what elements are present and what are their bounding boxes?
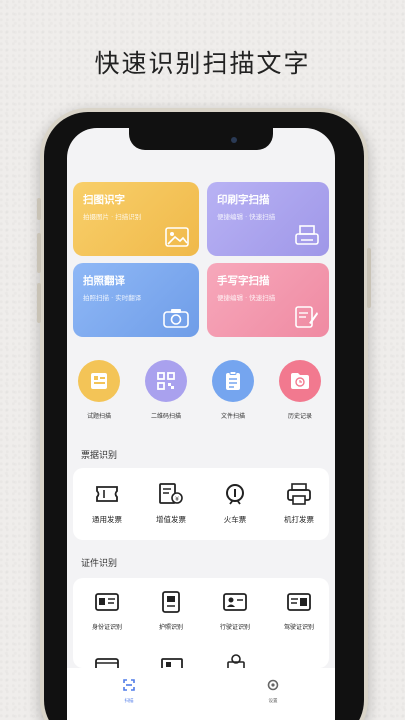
tool-label: 试题扫描: [86, 413, 111, 420]
bill-item-general-invoice[interactable]: 通用发票: [77, 482, 137, 525]
id-item-vehicle-license[interactable]: 行驶证识别: [205, 590, 265, 631]
app-screen: 扫图识字 拍摄图片 · 扫描识别 印刷字扫描 便捷编辑 · 快速扫描 拍照翻译 …: [67, 128, 335, 720]
page-headline: 快速识别扫描文字: [94, 49, 311, 78]
power-button: [367, 248, 371, 308]
tab-scan[interactable]: 扫描: [109, 676, 149, 704]
tool-label: 二维码扫描: [150, 413, 181, 420]
tool-circle: [212, 360, 254, 402]
bill-item-label: 机打发票: [284, 515, 314, 524]
printer-icon: [295, 225, 319, 245]
document-card-icon: [161, 658, 183, 668]
ids-panel: 身份证识别 护照识别 行驶证识别 驾驶证识别: [73, 578, 329, 668]
passport-icon: [162, 591, 180, 613]
document-icon: [226, 371, 240, 390]
image-icon: [165, 227, 189, 247]
id-item-passport[interactable]: 护照识别: [141, 590, 201, 631]
vehicle-license-icon: [223, 593, 247, 611]
bill-item-label: 增值发票: [156, 515, 186, 524]
tab-label: 扫描: [124, 699, 134, 704]
scan-tab-icon: [123, 679, 135, 691]
tool-label: 文件扫描: [220, 413, 245, 420]
tab-settings[interactable]: 设置: [253, 676, 293, 704]
bill-item-label: 火车票: [223, 515, 247, 524]
card-image-ocr[interactable]: 扫图识字 拍摄图片 · 扫描识别: [73, 182, 199, 256]
bill-item-vat-invoice[interactable]: ¥ 增值发票: [141, 482, 201, 525]
card-title: 扫图识字: [83, 194, 125, 206]
card-subtitle: 拍照扫描 · 实时翻译: [83, 294, 142, 302]
tool-circle: [78, 360, 120, 402]
ticket-icon: [96, 486, 118, 502]
tool-circle: [145, 360, 187, 402]
tab-bar: 扫描 设置: [67, 668, 335, 720]
tool-qrcode-scan[interactable]: 二维码扫描: [133, 360, 199, 420]
bill-item-machine-invoice[interactable]: 机打发票: [269, 482, 329, 525]
id-item-label: 身份证识别: [91, 624, 122, 631]
id-card-icon: [95, 593, 119, 611]
notch: [129, 128, 273, 150]
handwriting-icon: [295, 306, 318, 328]
id-item-label: 行驶证识别: [219, 624, 250, 631]
business-license-icon: [227, 654, 245, 668]
front-camera: [231, 137, 237, 143]
bill-item-label: 通用发票: [92, 515, 122, 524]
volume-up-button: [37, 233, 41, 273]
camera-icon: [163, 309, 189, 328]
tool-circle: [279, 360, 321, 402]
svg-text:¥: ¥: [175, 496, 179, 503]
train-icon: [226, 484, 244, 505]
card-photo-translate[interactable]: 拍照翻译 拍照扫描 · 实时翻译: [73, 263, 199, 337]
card-title: 拍照翻译: [83, 275, 125, 287]
tool-exam-scan[interactable]: 试题扫描: [67, 360, 132, 420]
settings-tab-icon: [267, 679, 279, 691]
tab-label: 设置: [268, 699, 278, 704]
tool-history[interactable]: 历史记录: [267, 360, 333, 420]
mute-switch: [37, 198, 41, 220]
printer-invoice-icon: [287, 483, 311, 505]
qrcode-icon: [157, 372, 175, 390]
id-item-label: 驾驶证识别: [283, 624, 314, 631]
driver-license-icon: [287, 593, 311, 611]
volume-down-button: [37, 283, 41, 323]
section-title-ids: 证件识别: [81, 559, 118, 569]
card-title: 手写字扫描: [217, 275, 270, 287]
id-item-identity-card[interactable]: 身份证识别: [77, 590, 137, 631]
card-icon: [95, 658, 119, 668]
id-item-label: 护照识别: [158, 624, 183, 631]
tool-document-scan[interactable]: 文件扫描: [200, 360, 266, 420]
card-subtitle: 便捷编辑 · 快速扫描: [217, 213, 276, 221]
card-print-scan[interactable]: 印刷字扫描 便捷编辑 · 快速扫描: [207, 182, 329, 256]
section-title-bills: 票据识别: [81, 451, 118, 461]
id-item-driver-license[interactable]: 驾驶证识别: [269, 590, 329, 631]
bills-panel: 通用发票 ¥ 增值发票 火车票 机打发票: [73, 468, 329, 540]
card-title: 印刷字扫描: [217, 194, 270, 206]
folder-clock-icon: [291, 373, 309, 389]
tool-label: 历史记录: [287, 413, 312, 420]
bill-item-train-ticket[interactable]: 火车票: [205, 482, 265, 525]
card-subtitle: 拍摄图片 · 扫描识别: [83, 213, 142, 221]
exam-scan-icon: [91, 373, 107, 389]
card-subtitle: 便捷编辑 · 快速扫描: [217, 294, 276, 302]
card-handwriting-scan[interactable]: 手写字扫描 便捷编辑 · 快速扫描: [207, 263, 329, 337]
vat-invoice-icon: ¥: [159, 483, 183, 504]
